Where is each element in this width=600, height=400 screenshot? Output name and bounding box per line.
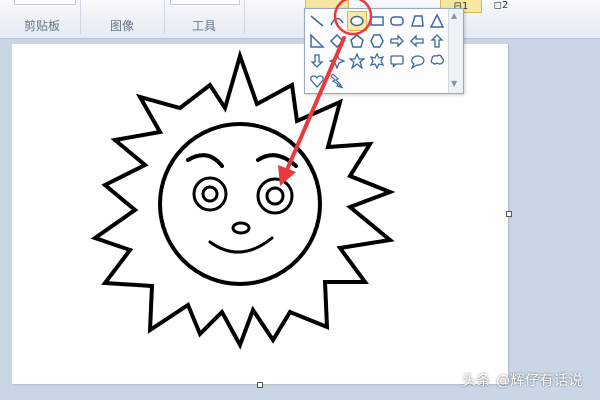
watermark: 头条 @辉仔有话说 (462, 373, 583, 389)
annotation-overlay (278, 0, 373, 186)
annotation-circle (333, 0, 373, 36)
annotation-arrow-shaft (284, 36, 346, 174)
